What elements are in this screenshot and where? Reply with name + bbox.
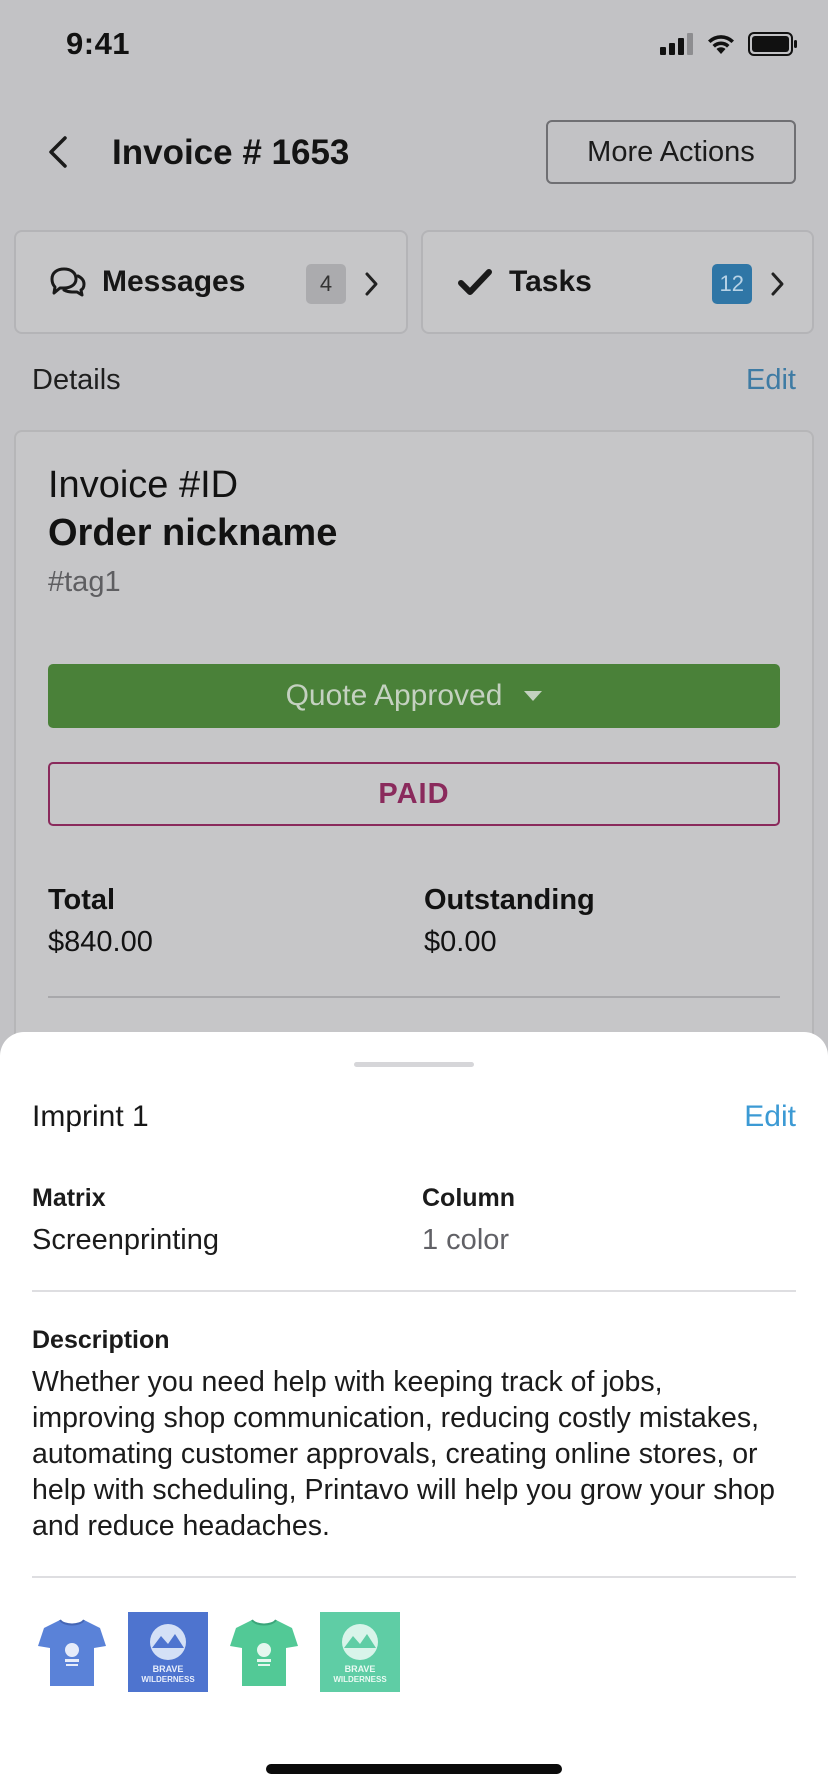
order-status-dropdown[interactable]: Quote Approved	[48, 664, 780, 728]
tasks-label: Tasks	[509, 265, 592, 298]
matrix-value: Screenprinting	[32, 1224, 219, 1256]
more-actions-button[interactable]: More Actions	[546, 120, 796, 184]
total-value: $840.00	[48, 926, 153, 958]
messages-card[interactable]: Messages 4	[14, 230, 408, 334]
outstanding-label: Outstanding	[424, 884, 595, 916]
tshirt-blue-icon[interactable]	[32, 1612, 112, 1692]
paid-status-button[interactable]: PAID	[48, 762, 780, 826]
tshirt-green-icon[interactable]	[224, 1612, 304, 1692]
navigation-bar: Invoice # 1653 More Actions	[0, 118, 828, 188]
artwork-text-line1: BRAVE	[153, 1664, 184, 1674]
chevron-right-icon	[771, 272, 784, 296]
description-text: Whether you need help with keeping track…	[32, 1366, 775, 1542]
battery-icon	[748, 32, 797, 56]
back-button[interactable]	[36, 130, 80, 174]
imprint-title: Imprint 1	[32, 1100, 149, 1133]
invoice-id: Invoice #ID	[48, 464, 239, 506]
tasks-count-badge: 12	[711, 264, 752, 304]
column-label: Column	[422, 1184, 516, 1212]
chevron-left-icon	[49, 136, 67, 168]
imprint-bottom-sheet: Imprint 1 Edit Matrix Screenprinting Col…	[0, 1032, 828, 1792]
description-label: Description	[32, 1326, 170, 1354]
invoice-detail-card: Invoice #ID Order nickname #tag1 Quote A…	[14, 430, 814, 1070]
artwork-blue-icon[interactable]: BRAVE WILDERNESS	[128, 1612, 208, 1692]
messages-count-badge: 4	[306, 264, 346, 304]
divider	[32, 1576, 796, 1578]
cellular-signal-icon	[660, 33, 693, 55]
page-title: Invoice # 1653	[112, 133, 350, 172]
divider	[48, 996, 780, 998]
artwork-green-icon[interactable]: BRAVE WILDERNESS	[320, 1612, 400, 1692]
caret-down-icon	[524, 691, 543, 701]
tasks-card[interactable]: Tasks 12	[421, 230, 814, 334]
status-time: 9:41	[66, 26, 131, 61]
details-edit-link[interactable]: Edit	[746, 364, 796, 397]
details-label: Details	[32, 364, 121, 396]
messages-label: Messages	[102, 265, 246, 298]
column-value: 1 color	[422, 1224, 510, 1256]
order-nickname: Order nickname	[48, 512, 338, 554]
status-bar: 9:41	[0, 0, 828, 92]
details-header: Details Edit	[32, 362, 796, 402]
matrix-label: Matrix	[32, 1184, 106, 1212]
outstanding-value: $0.00	[424, 926, 497, 958]
divider	[32, 1290, 796, 1292]
status-icons	[660, 32, 798, 56]
checkmark-icon	[455, 265, 495, 299]
artwork-text-line1: BRAVE	[345, 1664, 376, 1674]
home-indicator[interactable]	[266, 1764, 562, 1774]
artwork-text-line2: WILDERNESS	[141, 1675, 195, 1684]
wifi-icon	[708, 35, 734, 54]
total-label: Total	[48, 884, 116, 916]
order-status-label: Quote Approved	[285, 679, 503, 712]
order-tag[interactable]: #tag1	[48, 566, 121, 599]
imprint-edit-link[interactable]: Edit	[744, 1100, 796, 1134]
chat-bubbles-icon	[48, 265, 88, 299]
chevron-right-icon	[365, 272, 378, 296]
artwork-text-line2: WILDERNESS	[333, 1675, 387, 1684]
imprint-thumbnails: BRAVE WILDERNESS BRAVE WILDERNESS	[32, 1612, 400, 1692]
sheet-grabber-handle[interactable]	[354, 1062, 474, 1067]
